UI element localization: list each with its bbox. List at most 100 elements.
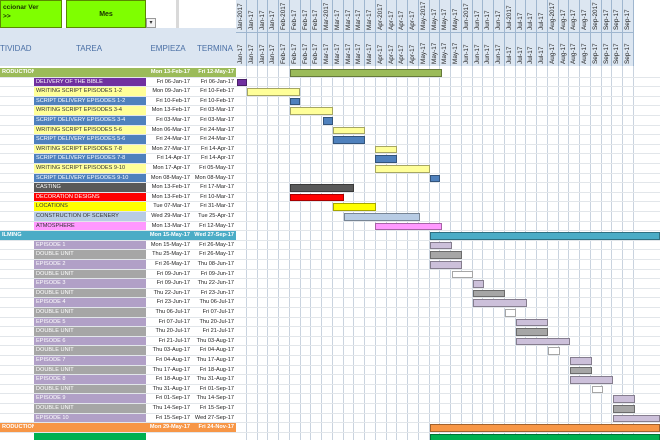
activity-cell[interactable] [0,375,34,385]
end-date-cell[interactable]: Fri 06-Jan-17 [192,78,236,88]
start-date-cell[interactable]: Mon 15-May-17 [146,241,192,251]
end-date-cell[interactable]: Fri 26-May-17 [192,250,236,260]
task-bar[interactable] [570,366,592,375]
task-cell[interactable]: EPISODE 5 [34,317,146,327]
activity-cell[interactable] [0,279,34,289]
activity-cell[interactable] [0,327,34,337]
task-cell[interactable]: SCRIPT DELIVERY EPISODES 9-10 [34,173,146,183]
activity-cell[interactable] [0,346,34,356]
end-date-cell[interactable]: Tue 25-Apr-17 [192,212,236,222]
task-cell[interactable]: EPISODE 7 [34,356,146,365]
task-cell[interactable]: CASTING [34,183,146,192]
activity-cell[interactable] [0,78,34,88]
activity-cell[interactable] [0,135,34,145]
task-bar[interactable] [333,136,365,144]
task-bar[interactable] [613,414,660,423]
activity-cell[interactable] [0,193,34,203]
start-date-cell[interactable]: Thu 31-Aug-17 [146,385,192,395]
activity-cell[interactable] [0,308,34,318]
task-bar[interactable] [247,88,300,96]
task-bar[interactable] [516,328,548,336]
start-date-cell[interactable]: Thu 25-May-17 [146,250,192,260]
task-bar[interactable] [344,213,420,221]
task-bar[interactable] [505,309,516,317]
activity-cell[interactable] [0,241,34,251]
task-cell[interactable]: DECORATION DESIGNS [34,192,146,202]
start-date-cell[interactable]: Thu 03-Aug-17 [146,346,192,356]
task-bar[interactable] [570,376,613,384]
task-cell[interactable]: WRITING SCRIPT EPISODES 9-10 [34,164,146,173]
activity-cell[interactable] [0,212,34,222]
activity-cell[interactable] [0,126,34,136]
end-date-cell[interactable]: Fri 24-Mar-17 [192,126,236,136]
task-cell[interactable]: EPISODE 8 [34,375,146,384]
start-date-cell[interactable]: Mon 15-May-17 [146,231,192,241]
end-date-cell[interactable]: Fri 14-Apr-17 [192,145,236,155]
activity-cell[interactable] [0,394,34,404]
start-date-cell[interactable]: Mon 13-Feb-17 [146,183,192,193]
start-date-cell[interactable]: Thu 22-Jun-17 [146,289,192,299]
task-cell[interactable]: SCRIPT DELIVERY EPISODES 7-8 [34,154,146,163]
task-bar[interactable] [613,405,635,413]
end-date-cell[interactable]: Thu 06-Jul-17 [192,298,236,308]
activity-cell[interactable] [0,414,34,424]
task-bar[interactable] [375,155,397,163]
end-date-cell[interactable]: Fri 03-Mar-17 [192,106,236,116]
start-date-cell[interactable]: Fri 15-Sep-17 [146,414,192,424]
end-date-cell[interactable]: Thu 20-Jul-17 [192,318,236,328]
task-bar[interactable] [290,184,354,192]
end-date-cell[interactable]: Fri 01-Sep-17 [192,385,236,395]
task-bar[interactable] [290,193,344,202]
end-date-cell[interactable]: Fri 10-Mar-17 [192,193,236,203]
activity-cell[interactable] [0,356,34,366]
task-cell[interactable]: EPISODE 10 [34,413,146,423]
end-date-cell[interactable]: Thu 08-Jun-17 [192,260,236,270]
start-date-cell[interactable]: Thu 06-Jul-17 [146,308,192,318]
activity-cell[interactable] [0,260,34,270]
task-cell[interactable]: DOUBLE UNIT [34,288,146,298]
activity-cell[interactable] [0,145,34,155]
start-date-cell[interactable] [146,433,192,440]
end-date-cell[interactable]: Fri 24-Nov-17 [192,423,236,433]
task-cell[interactable]: DOUBLE UNIT [34,308,146,317]
task-bar[interactable] [290,97,300,106]
activity-cell[interactable]: RODUCTION [0,423,34,433]
start-date-cell[interactable]: Fri 04-Aug-17 [146,356,192,366]
start-date-cell[interactable]: Fri 18-Aug-17 [146,375,192,385]
activity-cell[interactable] [0,154,34,164]
task-cell[interactable]: WRITING SCRIPT EPISODES 3-4 [34,106,146,115]
end-date-cell[interactable] [192,433,236,440]
task-cell[interactable]: LOCATIONS [34,202,146,211]
end-date-cell[interactable]: Fri 04-Aug-17 [192,346,236,356]
task-bar[interactable] [430,251,462,259]
start-date-cell[interactable]: Thu 17-Aug-17 [146,366,192,376]
activity-cell[interactable] [0,87,34,97]
task-bar[interactable] [613,395,635,403]
task-bar[interactable] [430,261,462,269]
task-cell[interactable]: EPISODE 2 [34,260,146,269]
activity-cell[interactable] [0,289,34,299]
task-bar[interactable] [452,270,473,279]
end-date-cell[interactable]: Fri 31-Mar-17 [192,202,236,212]
activity-cell[interactable] [0,337,34,347]
start-date-cell[interactable]: Fri 09-Jun-17 [146,270,192,280]
start-date-cell[interactable]: Mon 29-May-17 [146,423,192,433]
task-cell[interactable]: WRITING SCRIPT EPISODES 7-8 [34,144,146,154]
end-date-cell[interactable]: Fri 12-May-17 [192,222,236,232]
end-date-cell[interactable]: Fri 05-May-17 [192,164,236,174]
task-bar[interactable] [375,165,430,173]
task-cell[interactable]: CONSTRUCTION OF SCENERY [34,212,146,221]
task-cell[interactable]: WRITING SCRIPT EPISODES 1-2 [34,87,146,96]
start-date-cell[interactable]: Mon 13-Feb-17 [146,106,192,116]
end-date-cell[interactable]: Thu 17-Aug-17 [192,356,236,366]
end-date-cell[interactable]: Fri 23-Jun-17 [192,289,236,299]
task-cell[interactable]: EPISODE 1 [34,240,146,250]
task-bar[interactable] [333,126,365,135]
activity-cell[interactable] [0,385,34,395]
activity-cell[interactable] [0,250,34,260]
end-date-cell[interactable]: Fri 09-Jun-17 [192,270,236,280]
start-date-cell[interactable]: Mon 06-Mar-17 [146,126,192,136]
start-date-cell[interactable]: Mon 17-Apr-17 [146,164,192,174]
task-cell[interactable]: EPISODE 9 [34,394,146,403]
task-cell[interactable]: EPISODE 6 [34,336,146,346]
